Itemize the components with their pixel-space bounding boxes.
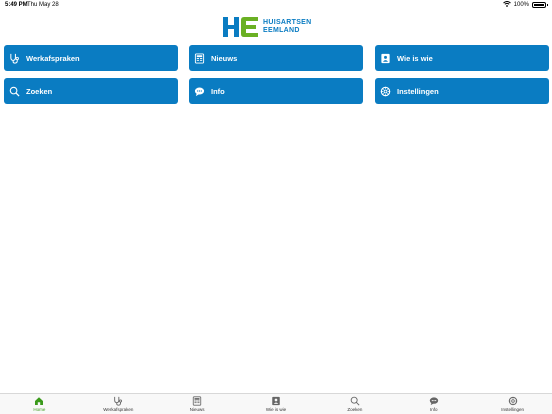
logo-line2: EEMLAND <box>263 27 300 34</box>
tile-zoeken[interactable]: Zoeken <box>4 78 178 104</box>
logo-mark <box>222 15 260 39</box>
tab-label: Wie is wie <box>265 407 287 412</box>
tab-wie-is-wie[interactable]: Wie is wie <box>237 394 316 414</box>
tab-werkafspraken[interactable]: Werkafspraken <box>79 394 158 414</box>
tab-home[interactable]: Home <box>0 394 79 414</box>
battery-percent: 100% <box>513 2 529 8</box>
tile-label: Nieuws <box>211 53 238 63</box>
tile-info[interactable]: Info <box>189 78 363 104</box>
tab-label: Zoeken <box>347 407 363 412</box>
logo-line1: HUISARTSEN <box>263 19 312 26</box>
tab-label: Home <box>33 407 46 412</box>
logo-text: HUISARTSEN EEMLAND <box>263 19 312 35</box>
speech-bubble-icon <box>429 396 439 406</box>
tab-nieuws[interactable]: Nieuws <box>158 394 237 414</box>
tile-instellingen[interactable]: Instellingen <box>375 78 549 104</box>
tile-wie-is-wie[interactable]: Wie is wie <box>375 45 549 71</box>
tile-nieuws[interactable]: Nieuws <box>189 45 363 71</box>
contact-card-icon <box>380 53 391 64</box>
wifi-icon <box>502 1 511 9</box>
tile-label: Wie is wie <box>397 53 433 63</box>
status-time: 5:49 PM <box>5 2 28 8</box>
app-logo: HUISARTSEN EEMLAND <box>222 15 312 39</box>
tab-info[interactable]: Info <box>394 394 473 414</box>
tab-label: Nieuws <box>189 407 205 412</box>
tab-zoeken[interactable]: Zoeken <box>315 394 394 414</box>
search-icon <box>350 396 360 406</box>
battery-icon <box>532 2 548 8</box>
tab-label: Info <box>429 407 438 412</box>
tile-label: Werkafspraken <box>26 53 80 63</box>
newspaper-icon <box>194 52 205 64</box>
status-bar: 5:49 PM Thu May 28 100% <box>0 0 552 12</box>
home-icon <box>34 396 44 406</box>
contact-card-icon <box>271 396 281 406</box>
tab-label: Werkafspraken <box>103 407 134 412</box>
tile-label: Info <box>211 86 225 96</box>
tile-label: Instellingen <box>397 86 439 96</box>
gear-icon <box>508 396 518 406</box>
search-icon <box>9 86 20 97</box>
gear-icon <box>380 86 391 97</box>
speech-bubble-icon <box>194 86 205 97</box>
tab-bar: Home Werkafspraken Nieuws Wie is wie Zoe… <box>0 393 552 414</box>
tab-label: Instellingen <box>501 407 524 412</box>
status-right: 100% <box>502 1 548 9</box>
tile-werkafspraken[interactable]: Werkafspraken <box>4 45 178 71</box>
tab-instellingen[interactable]: Instellingen <box>473 394 552 414</box>
tile-label: Zoeken <box>26 86 53 96</box>
stethoscope-icon <box>9 53 20 64</box>
status-date: Thu May 28 <box>27 2 59 8</box>
newspaper-icon <box>192 396 202 406</box>
stethoscope-icon <box>113 396 123 406</box>
